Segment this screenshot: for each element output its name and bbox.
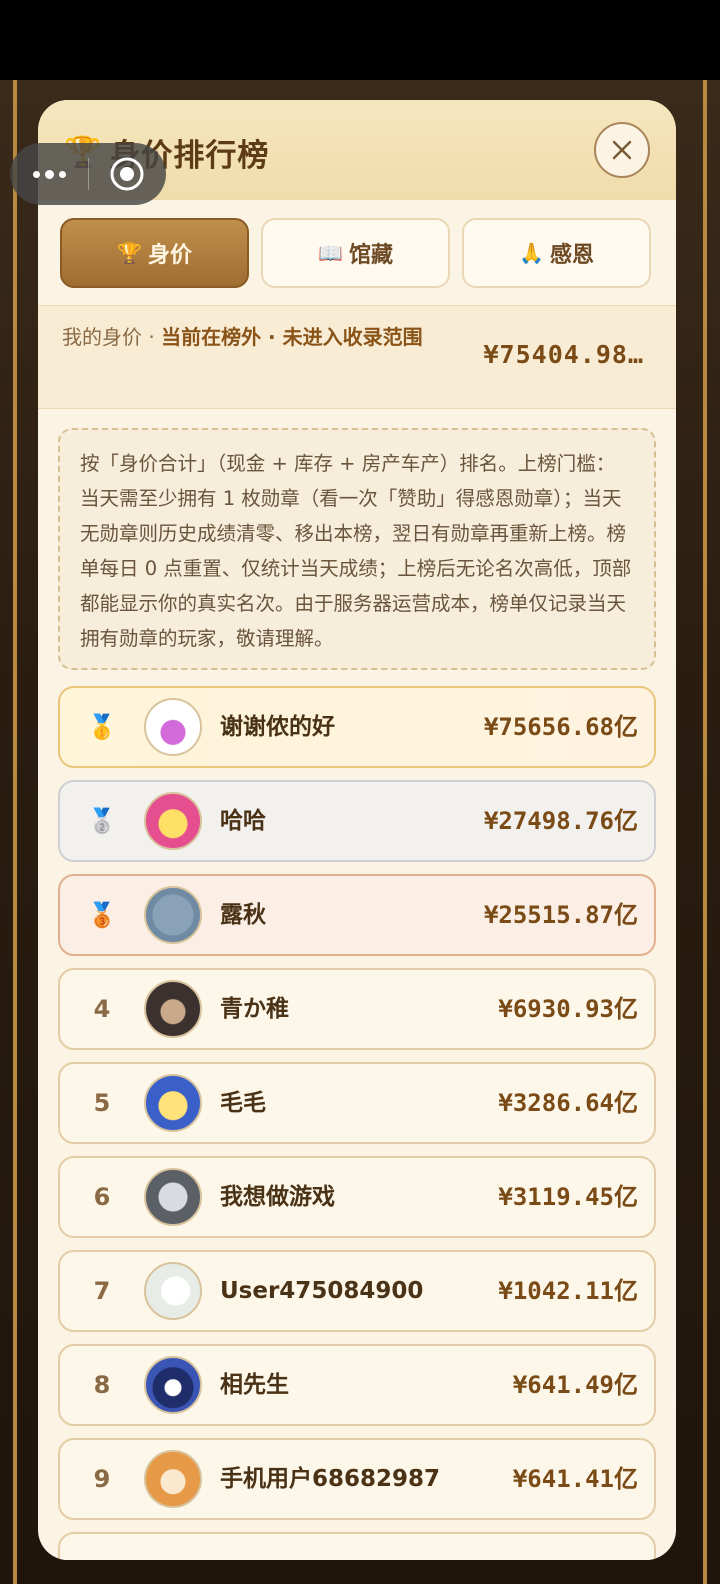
target-icon <box>110 157 144 191</box>
table-row[interactable]: 4 青か稚 ¥6930.93亿 <box>58 968 656 1050</box>
frame-rail-left <box>13 80 17 1584</box>
avatar <box>144 980 202 1038</box>
avatar <box>144 1168 202 1226</box>
pray-icon: 🙏 <box>519 241 544 265</box>
user-name: 露秋 <box>220 902 266 928</box>
user-worth: ¥1042.11亿 <box>498 1277 638 1305</box>
tab-label: 感恩 <box>549 243 594 268</box>
user-name: 毛毛 <box>220 1090 266 1116</box>
table-row[interactable] <box>58 1532 656 1560</box>
avatar <box>144 1262 202 1320</box>
user-worth: ¥6930.93亿 <box>498 995 638 1023</box>
more-dot <box>32 170 40 178</box>
trophy-icon: 🏆 <box>117 241 142 265</box>
table-row[interactable]: 🥉 露秋 ¥25515.87亿 <box>58 874 656 956</box>
user-worth: ¥641.41亿 <box>512 1465 638 1493</box>
tab-gratitude[interactable]: 🙏 感恩 <box>462 218 651 288</box>
user-name: 哈哈 <box>220 808 266 834</box>
close-icon <box>612 140 632 160</box>
frame-rail-right <box>703 80 707 1584</box>
tab-bar: 🏆 身价 📖 馆藏 🙏 感恩 <box>60 218 651 288</box>
avatar <box>144 698 202 756</box>
user-worth: ¥3286.64亿 <box>498 1089 638 1117</box>
user-name: 手机用户68682987 <box>220 1466 441 1492</box>
mini-program-capsule <box>10 143 166 205</box>
user-name: 谢谢侬的好 <box>220 714 335 740</box>
rank-number: 8 <box>93 1371 111 1399</box>
avatar <box>144 1356 202 1414</box>
rank-number: 7 <box>93 1277 111 1305</box>
rules-notice: 按「身价合计」（现金 + 库存 + 房产车产）排名。上榜门槛：当天需至少拥有 1… <box>58 428 656 670</box>
tab-worth[interactable]: 🏆 身价 <box>60 218 249 288</box>
avatar <box>144 1450 202 1508</box>
user-name: 青か稚 <box>220 996 289 1022</box>
my-rank-status: 当前在榜外 · 未进入收录范围 <box>161 325 423 349</box>
rank-number: 6 <box>93 1183 111 1211</box>
avatar <box>144 1074 202 1132</box>
more-dot <box>44 169 54 179</box>
exit-button[interactable] <box>89 156 165 192</box>
close-button[interactable] <box>594 122 650 178</box>
user-name: 我想做游戏 <box>220 1184 335 1210</box>
more-dot <box>58 170 66 178</box>
ranking-list: 🥇 谢谢侬的好 ¥75656.68亿 🥈 哈哈 ¥27498.76亿 🥉 露秋 … <box>58 686 656 1560</box>
user-worth: ¥3119.45亿 <box>498 1183 638 1211</box>
user-worth: ¥27498.76亿 <box>483 807 638 835</box>
table-row[interactable]: 8 相先生 ¥641.49亿 <box>58 1344 656 1426</box>
book-icon: 📖 <box>318 241 343 265</box>
avatar <box>144 792 202 850</box>
more-options-button[interactable] <box>10 169 88 179</box>
table-row[interactable]: 9 手机用户68682987 ¥641.41亿 <box>58 1438 656 1520</box>
table-row[interactable]: 7 User475084900 ¥1042.11亿 <box>58 1250 656 1332</box>
my-worth-bar: 我的身价 · 当前在榜外 · 未进入收录范围 ¥75404.98… <box>38 305 676 409</box>
user-worth: ¥25515.87亿 <box>483 901 638 929</box>
table-row[interactable]: 🥇 谢谢侬的好 ¥75656.68亿 <box>58 686 656 768</box>
tab-label: 身价 <box>147 243 192 268</box>
rank-number: 4 <box>93 995 111 1023</box>
my-worth-label: 我的身价 · <box>62 325 162 349</box>
rank-number: 5 <box>93 1089 111 1117</box>
leaderboard-panel: 🏆 身价排行榜 🏆 身价 📖 馆藏 🙏 感恩 我的身价 · 当前在榜外 · 未进… <box>38 100 676 1560</box>
user-worth: ¥75656.68亿 <box>483 713 638 741</box>
gold-medal-icon: 🥇 <box>87 713 117 741</box>
tab-label: 馆藏 <box>348 243 393 268</box>
silver-medal-icon: 🥈 <box>87 807 117 835</box>
avatar <box>144 886 202 944</box>
rank-number: 9 <box>93 1465 111 1493</box>
table-row[interactable]: 6 我想做游戏 ¥3119.45亿 <box>58 1156 656 1238</box>
table-row[interactable]: 5 毛毛 ¥3286.64亿 <box>58 1062 656 1144</box>
user-name: User475084900 <box>220 1278 424 1304</box>
bronze-medal-icon: 🥉 <box>87 901 117 929</box>
my-worth-value: ¥75404.98… <box>483 340 644 369</box>
my-worth-text: 我的身价 · 当前在榜外 · 未进入收录范围 <box>62 320 452 355</box>
table-row[interactable]: 🥈 哈哈 ¥27498.76亿 <box>58 780 656 862</box>
user-name: 相先生 <box>220 1372 289 1398</box>
tab-collection[interactable]: 📖 馆藏 <box>261 218 450 288</box>
user-worth: ¥641.49亿 <box>512 1371 638 1399</box>
